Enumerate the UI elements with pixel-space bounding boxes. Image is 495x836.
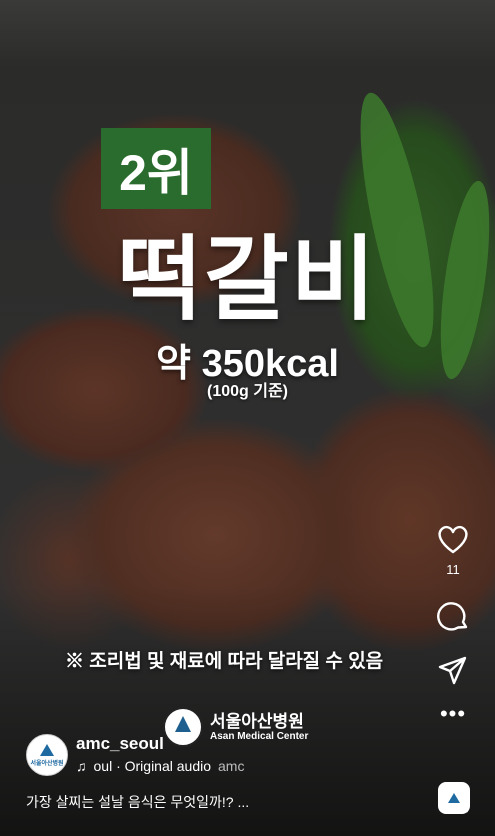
rank-badge: 2위 — [101, 128, 211, 209]
comment-icon[interactable] — [436, 599, 470, 633]
action-rail: 11 ••• — [433, 522, 473, 727]
avatar-logo-icon — [40, 743, 54, 756]
caption-text[interactable]: 가장 살찌는 설날 음식은 무엇일까!? ... — [26, 792, 249, 812]
reel-frame: 2위 떡갈비 약 350kcal (100g 기준) ※ 조리법 및 재료에 따… — [0, 0, 495, 836]
watermark-name-en: Asan Medical Center — [210, 730, 309, 742]
heart-icon[interactable] — [436, 522, 470, 556]
share-icon[interactable] — [436, 653, 470, 687]
hospital-seal-icon — [163, 707, 203, 747]
audio-label: oul · Original audio — [93, 758, 212, 774]
like-count: 11 — [446, 562, 460, 577]
avatar[interactable]: 서울아산병원 — [26, 734, 68, 776]
avatar-text: 서울아산병원 — [30, 760, 64, 767]
audio-label-trail: amc — [218, 758, 245, 774]
hospital-watermark: 서울아산병원 Asan Medical Center — [163, 707, 308, 747]
disclaimer-note: ※ 조리법 및 재료에 따라 달라질 수 있음 — [65, 651, 384, 672]
audio-row[interactable]: ♫ oul · Original audio amc — [76, 758, 244, 774]
more-icon[interactable]: ••• — [440, 701, 466, 727]
calorie-basis: (100g 기준) — [206, 383, 288, 400]
dish-title: 떡갈비 — [117, 229, 378, 331]
music-badge-icon: ♫ — [459, 800, 471, 817]
watermark-name-ko: 서울아산병원 — [210, 711, 304, 731]
account-handle[interactable]: amc_seoul — [76, 734, 164, 754]
music-note-icon: ♫ — [76, 758, 87, 774]
